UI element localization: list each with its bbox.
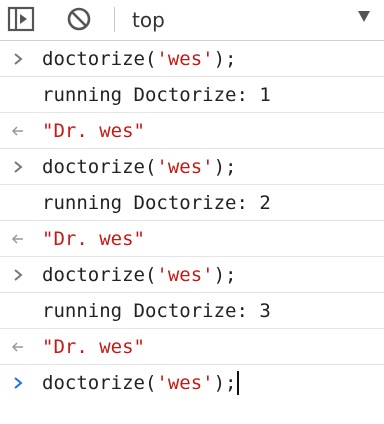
console-entry: running Doctorize: 1	[0, 77, 384, 113]
result-arrow-icon	[11, 231, 25, 247]
console-entry: doctorize('wes');	[0, 149, 384, 185]
code-function: doctorize(	[42, 264, 157, 286]
code-function: doctorize(	[42, 372, 157, 394]
console-entry: running Doctorize: 3	[0, 293, 384, 329]
code-string-arg: 'wes'	[156, 264, 214, 286]
console-input-code: doctorize('wes');	[42, 47, 236, 71]
console-result-value: "Dr. wes"	[42, 336, 145, 358]
input-chevron-icon	[11, 51, 25, 67]
console-input-code: doctorize('wes');	[42, 155, 236, 179]
text-cursor	[237, 371, 240, 395]
console-entry: doctorize('wes');	[0, 41, 384, 77]
sidebar-toggle-icon[interactable]	[4, 4, 38, 34]
code-function: doctorize(	[42, 48, 157, 70]
console-input-code: doctorize('wes');	[42, 371, 240, 395]
code-string-arg: 'wes'	[156, 156, 214, 178]
result-arrow-icon	[11, 339, 25, 355]
console-messages: doctorize('wes'); running Doctorize: 1 "Dr…	[0, 41, 384, 401]
console-result-value: "Dr. wes"	[42, 120, 145, 142]
console-prompt[interactable]: doctorize('wes');	[0, 365, 384, 401]
code-tail: );	[213, 372, 237, 394]
console-entry: "Dr. wes"	[0, 221, 384, 257]
code-tail: );	[213, 156, 237, 178]
result-arrow-icon	[11, 123, 25, 139]
console-entry: "Dr. wes"	[0, 113, 384, 149]
prompt-chevron-icon	[11, 375, 25, 391]
code-string-arg: 'wes'	[156, 48, 214, 70]
console-log-text: running Doctorize: 1	[42, 84, 271, 106]
context-label: top	[132, 8, 165, 32]
console-toolbar: top	[0, 0, 384, 41]
console-entry: doctorize('wes');	[0, 257, 384, 293]
console-log-text: running Doctorize: 2	[42, 192, 271, 214]
clear-console-icon[interactable]	[62, 4, 96, 34]
console-input-code: doctorize('wes');	[42, 263, 236, 287]
input-chevron-icon	[11, 159, 25, 175]
console-entry: running Doctorize: 2	[0, 185, 384, 221]
code-tail: );	[213, 48, 237, 70]
code-string-arg: 'wes'	[156, 372, 214, 394]
code-function: doctorize(	[42, 156, 157, 178]
console-log-text: running Doctorize: 3	[42, 300, 271, 322]
console-entry: "Dr. wes"	[0, 329, 384, 365]
dropdown-arrow-icon	[358, 11, 370, 22]
input-chevron-icon	[11, 267, 25, 283]
toolbar-divider	[114, 7, 115, 32]
code-tail: );	[213, 264, 237, 286]
context-selector[interactable]: top	[130, 0, 384, 40]
console-result-value: "Dr. wes"	[42, 228, 145, 250]
